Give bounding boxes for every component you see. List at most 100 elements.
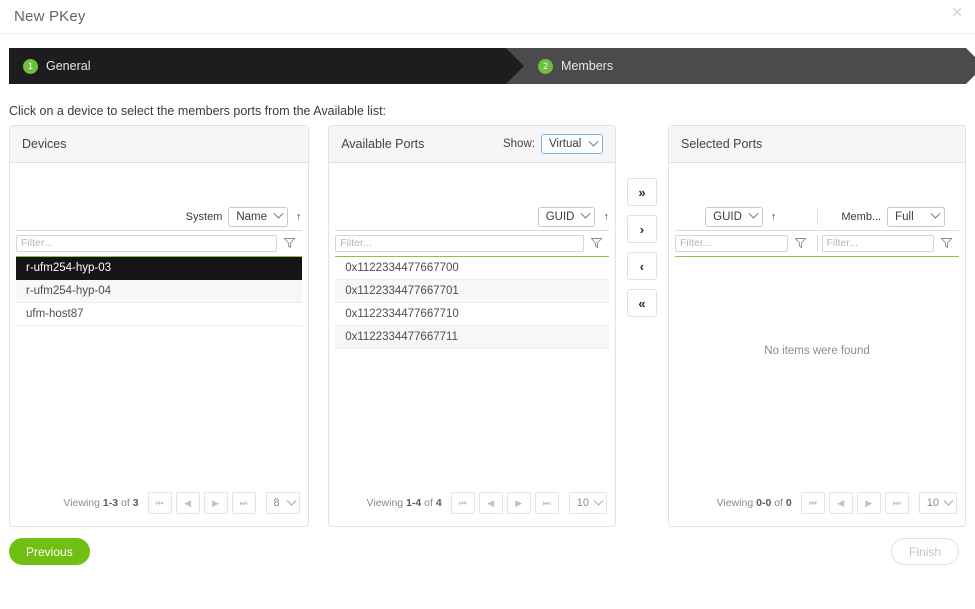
- instruction-text: Click on a device to select the members …: [0, 92, 975, 125]
- chevron-down-icon: [581, 209, 591, 219]
- selected-prev-page-button[interactable]: ◀: [829, 492, 853, 514]
- available-ports-title: Available Ports: [341, 137, 424, 151]
- devices-sort-select[interactable]: Name: [228, 207, 288, 227]
- move-all-right-button[interactable]: »: [627, 178, 657, 206]
- selected-last-page-button[interactable]: ⏭: [885, 492, 909, 514]
- available-first-page-button[interactable]: ⏮: [451, 492, 475, 514]
- devices-filter-input[interactable]: [16, 235, 277, 252]
- table-row[interactable]: 0x1122334477667710: [335, 303, 609, 326]
- step-general[interactable]: 1 General: [9, 48, 506, 84]
- available-pager-range: 1-4: [406, 497, 421, 509]
- selected-ports-panel: Selected Ports GUID ↑ Memb...: [668, 125, 966, 527]
- devices-pager-range: 1-3: [103, 497, 118, 509]
- available-filter-input[interactable]: [335, 235, 584, 252]
- selected-next-page-button[interactable]: ▶: [857, 492, 881, 514]
- step-general-label: General: [46, 59, 90, 73]
- devices-last-page-button[interactable]: ⏭: [232, 492, 256, 514]
- device-name: ufm-host87: [26, 308, 84, 320]
- table-row[interactable]: 0x1122334477667700: [335, 257, 609, 280]
- devices-panel-title: Devices: [22, 137, 66, 151]
- devices-first-page-button[interactable]: ⏮: [148, 492, 172, 514]
- chevron-down-icon: [931, 209, 941, 219]
- dialog-footer: Previous Finish: [0, 527, 975, 576]
- chevron-down-icon: [594, 495, 604, 505]
- chevron-down-icon: [274, 209, 284, 219]
- available-pager-of: of: [424, 497, 433, 509]
- page-title: New PKey: [14, 8, 86, 25]
- show-label: Show:: [503, 138, 535, 150]
- table-row[interactable]: r-ufm254-hyp-03: [16, 257, 302, 280]
- filter-funnel-icon[interactable]: [590, 238, 603, 248]
- selected-first-page-button[interactable]: ⏮: [801, 492, 825, 514]
- chevron-down-icon: [589, 136, 599, 146]
- step-general-number: 1: [23, 59, 38, 74]
- move-left-button[interactable]: ‹: [627, 252, 657, 280]
- selected-ports-rows: No items were found: [675, 257, 959, 480]
- selected-membership-select[interactable]: Full: [887, 207, 945, 227]
- selected-pager-text: Viewing 0-0 of 0: [717, 497, 792, 509]
- empty-state-message: No items were found: [675, 257, 959, 357]
- available-ports-rows: 0x1122334477667700 0x1122334477667701 0x…: [335, 257, 609, 480]
- devices-prev-page-button[interactable]: ◀: [176, 492, 200, 514]
- wizard-stepper: 1 General 2 Members: [0, 34, 975, 92]
- available-last-page-button[interactable]: ⏭: [535, 492, 559, 514]
- previous-button[interactable]: Previous: [9, 538, 90, 565]
- available-prev-page-button[interactable]: ◀: [479, 492, 503, 514]
- available-sort-select[interactable]: GUID: [538, 207, 596, 227]
- selected-membership-label: Memb...: [841, 211, 881, 223]
- chevron-down-icon: [944, 495, 954, 505]
- available-filter-row: [335, 231, 609, 257]
- selected-guid-sort-select[interactable]: GUID: [705, 207, 763, 227]
- move-right-button[interactable]: ›: [627, 215, 657, 243]
- available-sort-direction-icon[interactable]: ↑: [603, 211, 609, 223]
- dialog-titlebar: New PKey ✕: [0, 0, 975, 33]
- panels-container: Devices System Name ↑: [0, 125, 975, 527]
- devices-rows: r-ufm254-hyp-03 r-ufm254-hyp-04 ufm-host…: [16, 257, 302, 480]
- devices-column-label: System: [186, 211, 223, 223]
- move-all-left-button[interactable]: «: [627, 289, 657, 317]
- available-ports-panel: Available Ports Show: Virtual GUID: [328, 125, 616, 527]
- selected-sort-row: GUID ↑ Memb... Full: [675, 207, 959, 231]
- available-sort-select-value: GUID: [546, 211, 575, 223]
- column-divider: [817, 235, 818, 251]
- filter-funnel-icon[interactable]: [794, 238, 807, 248]
- close-icon[interactable]: ✕: [951, 5, 963, 19]
- table-row[interactable]: 0x1122334477667711: [335, 326, 609, 349]
- finish-button[interactable]: Finish: [891, 538, 959, 565]
- table-row[interactable]: 0x1122334477667701: [335, 280, 609, 303]
- available-ports-grid: GUID ↑ 0x1122: [329, 163, 615, 480]
- devices-sort-row: System Name ↑: [16, 207, 302, 231]
- devices-panel-header: Devices: [10, 126, 308, 163]
- selected-pager-prefix: Viewing: [717, 497, 754, 509]
- devices-sort-direction-icon[interactable]: ↑: [296, 211, 302, 223]
- devices-page-size-select[interactable]: 8: [266, 492, 300, 514]
- devices-next-page-button[interactable]: ▶: [204, 492, 228, 514]
- show-filter-group: Show: Virtual: [503, 134, 603, 154]
- show-type-select[interactable]: Virtual: [541, 134, 603, 154]
- selected-pager-range: 0-0: [756, 497, 771, 509]
- table-row[interactable]: r-ufm254-hyp-04: [16, 280, 302, 303]
- devices-grid: System Name ↑: [10, 163, 308, 480]
- devices-pager-prefix: Viewing: [63, 497, 100, 509]
- port-guid: 0x1122334477667710: [345, 308, 459, 320]
- available-sort-row: GUID ↑: [335, 207, 609, 231]
- filter-funnel-icon[interactable]: [283, 238, 296, 248]
- available-pager: Viewing 1-4 of 4 ⏮ ◀ ▶ ⏭ 10: [329, 480, 615, 526]
- step-members[interactable]: 2 Members: [506, 48, 966, 84]
- devices-pager-of: of: [121, 497, 130, 509]
- selected-membership-filter-input[interactable]: [822, 235, 935, 252]
- selected-pager-total: 0: [786, 497, 792, 509]
- step-members-number: 2: [538, 59, 553, 74]
- selected-ports-grid: GUID ↑ Memb... Full: [669, 163, 965, 480]
- available-next-page-button[interactable]: ▶: [507, 492, 531, 514]
- show-type-value: Virtual: [549, 138, 581, 150]
- table-row[interactable]: ufm-host87: [16, 303, 302, 326]
- selected-guid-sort-direction-icon[interactable]: ↑: [771, 211, 777, 223]
- selected-page-size-select[interactable]: 10: [919, 492, 957, 514]
- selected-guid-filter-input[interactable]: [675, 235, 788, 252]
- available-page-size-select[interactable]: 10: [569, 492, 607, 514]
- devices-sort-select-value: Name: [236, 211, 267, 223]
- filter-funnel-icon[interactable]: [940, 238, 953, 248]
- device-name: r-ufm254-hyp-04: [26, 285, 111, 297]
- selected-ports-title: Selected Ports: [681, 137, 762, 151]
